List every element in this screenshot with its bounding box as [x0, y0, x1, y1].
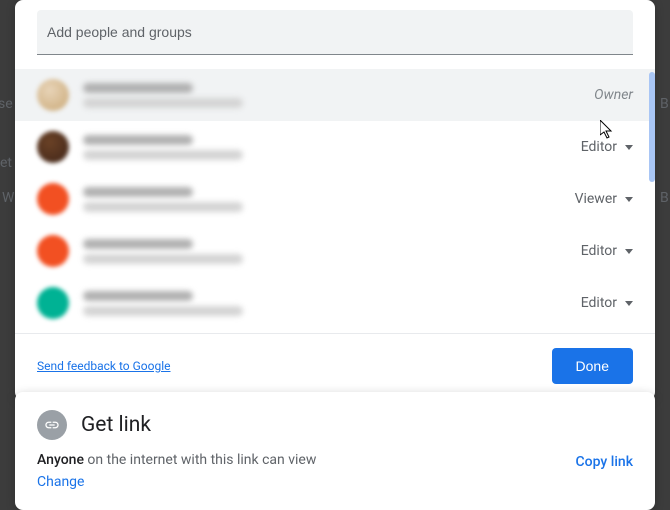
role-label-owner: Owner [594, 87, 633, 103]
get-link-desc-rest: on the internet with this link can view [84, 452, 316, 468]
person-row: Owner [15, 69, 655, 121]
person-info [83, 83, 594, 108]
people-list: Owner Editor Viewer [15, 69, 655, 329]
search-wrap [15, 10, 655, 55]
role-label: Viewer [575, 191, 617, 207]
chevron-down-icon [625, 197, 633, 202]
role-dropdown[interactable]: Viewer [575, 191, 633, 207]
chevron-down-icon [625, 249, 633, 254]
role-dropdown[interactable]: Editor [581, 295, 633, 311]
person-row: Editor [15, 277, 655, 329]
get-link-card: Get link Anyone on the internet with thi… [15, 392, 655, 510]
avatar [37, 235, 69, 267]
role-dropdown[interactable]: Editor [581, 139, 633, 155]
person-row: Editor [15, 225, 655, 277]
share-dialog: Owner Editor Viewer [15, 0, 655, 400]
person-info [83, 239, 581, 264]
person-info [83, 291, 581, 316]
avatar [37, 79, 69, 111]
chevron-down-icon [625, 301, 633, 306]
role-label: Editor [581, 295, 617, 311]
avatar [37, 183, 69, 215]
get-link-header: Get link [37, 410, 633, 440]
dialog-footer: Send feedback to Google Done [15, 333, 655, 400]
people-search-input[interactable] [37, 10, 633, 55]
get-link-title: Get link [81, 413, 151, 437]
role-label: Editor [581, 139, 617, 155]
done-button[interactable]: Done [552, 348, 633, 384]
role-label: Editor [581, 243, 617, 259]
avatar [37, 287, 69, 319]
get-link-description: Anyone on the internet with this link ca… [37, 452, 316, 468]
link-icon [37, 410, 67, 440]
person-row: Editor [15, 121, 655, 173]
scrollbar[interactable] [649, 72, 655, 182]
avatar [37, 131, 69, 163]
change-link[interactable]: Change [37, 474, 84, 490]
person-info [83, 135, 581, 160]
person-info [83, 187, 575, 212]
role-dropdown[interactable]: Editor [581, 243, 633, 259]
get-link-desc-bold: Anyone [37, 452, 84, 468]
copy-link-button[interactable]: Copy link [576, 452, 633, 470]
send-feedback-link[interactable]: Send feedback to Google [37, 359, 171, 373]
chevron-down-icon [625, 145, 633, 150]
person-row: Viewer [15, 173, 655, 225]
